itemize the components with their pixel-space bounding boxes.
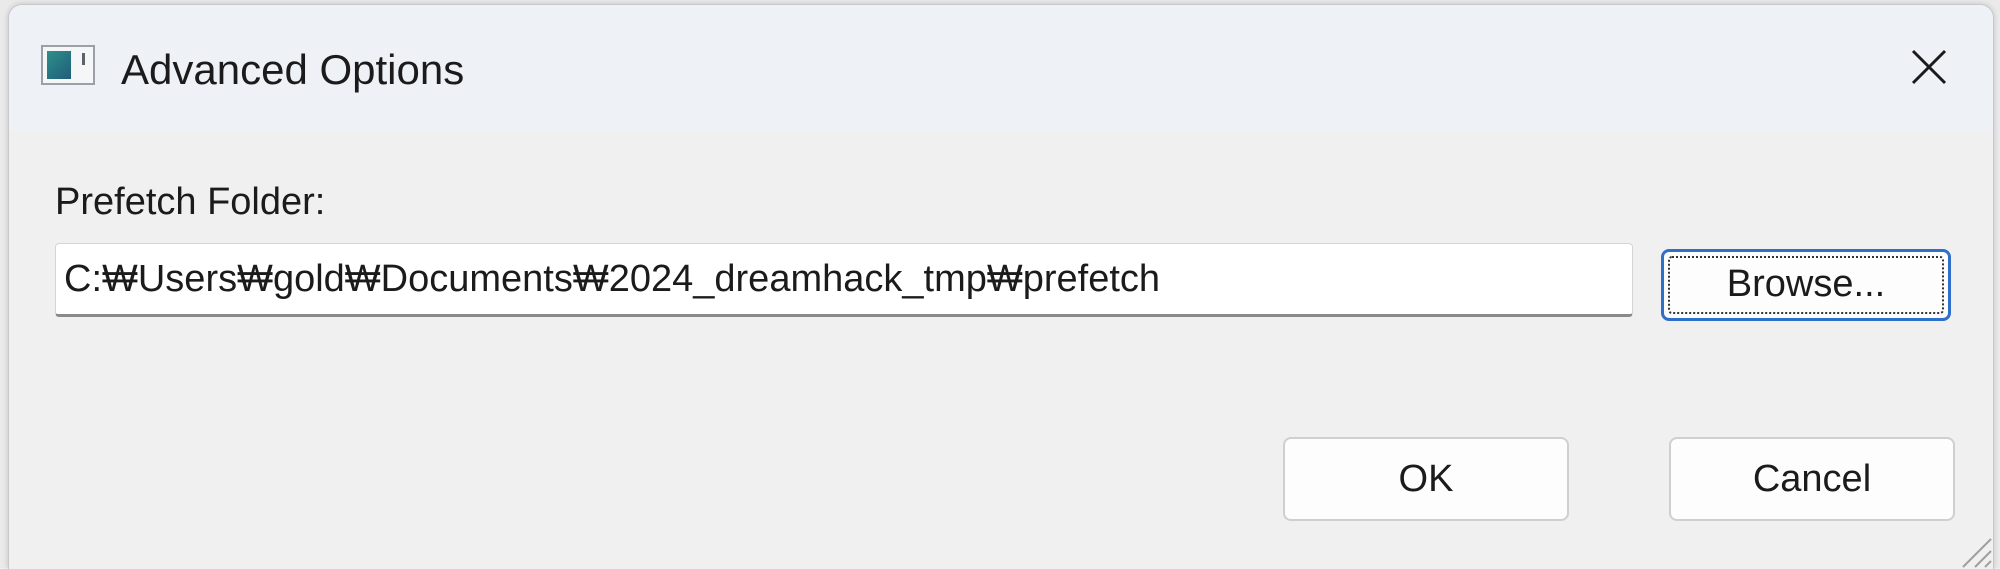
close-button[interactable] [1897, 35, 1961, 99]
cancel-button[interactable]: Cancel [1669, 437, 1955, 521]
application-icon [41, 45, 95, 85]
ok-button-label: OK [1398, 458, 1454, 500]
title-bar: Advanced Options [9, 5, 1993, 131]
advanced-options-dialog: Advanced Options Prefetch Folder: Browse… [8, 4, 1994, 569]
browse-button[interactable]: Browse... [1661, 249, 1951, 321]
prefetch-folder-label: Prefetch Folder: [55, 181, 326, 223]
app-icon-mark [82, 53, 85, 65]
browse-button-label: Browse... [1726, 263, 1886, 305]
ok-button[interactable]: OK [1283, 437, 1569, 521]
resize-grip-icon[interactable] [1949, 525, 1993, 569]
app-icon-pane [47, 51, 71, 79]
cancel-button-label: Cancel [1752, 458, 1872, 500]
prefetch-folder-input[interactable] [55, 243, 1633, 317]
window-title: Advanced Options [121, 46, 465, 93]
close-icon [1911, 49, 1947, 85]
